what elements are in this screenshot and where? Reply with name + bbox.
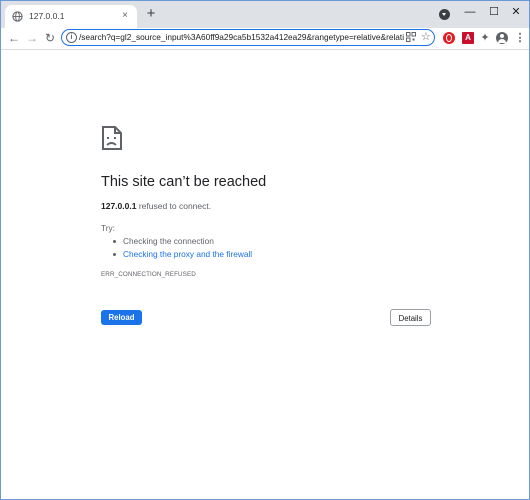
tab-close-icon[interactable]: × (119, 10, 131, 22)
forward-button[interactable]: → (25, 31, 39, 45)
reload-button[interactable]: ↻ (43, 31, 57, 45)
minimize-button[interactable]: — (463, 5, 477, 19)
list-item: Checking the proxy and the firewall (113, 248, 252, 261)
host-text: 127.0.0.1 (101, 201, 137, 211)
suggestion-text: Checking the connection (123, 236, 214, 246)
suggestions-list: Checking the connection Checking the pro… (113, 235, 252, 261)
toolbar: ← → ↻ i /search?q=gl2_source_input%3A60f… (1, 28, 529, 50)
info-icon[interactable]: i (66, 32, 77, 43)
reload-page-button[interactable]: Reload (101, 310, 142, 325)
url-text[interactable]: /search?q=gl2_source_input%3A60ff9a29ca5… (79, 32, 404, 42)
maximize-button[interactable]: ☐ (487, 5, 501, 19)
browser-window: 127.0.0.1 × + — ☐ ✕ ← → ↻ i /search?q=gl… (0, 0, 530, 500)
pdf-icon[interactable]: A (462, 32, 474, 44)
tab-active[interactable]: 127.0.0.1 × (5, 5, 137, 28)
page-title: This site can’t be reached (101, 174, 267, 190)
try-label: Try: (101, 223, 115, 233)
new-tab-button[interactable]: + (144, 6, 158, 21)
opera-icon[interactable] (443, 32, 455, 44)
list-item: Checking the connection (113, 235, 252, 248)
tab-search-icon[interactable] (439, 9, 450, 20)
menu-icon[interactable]: ⋮ (514, 32, 526, 44)
star-icon[interactable]: ☆ (421, 30, 431, 43)
error-description: 127.0.0.1 refused to connect. (101, 201, 211, 211)
details-button[interactable]: Details (390, 309, 431, 326)
description-suffix: refused to connect. (136, 201, 212, 211)
error-page: This site can’t be reached 127.0.0.1 ref… (1, 50, 529, 499)
back-button[interactable]: ← (7, 31, 21, 45)
avatar-icon[interactable] (496, 32, 508, 44)
tab-title: 127.0.0.1 (29, 11, 65, 21)
globe-icon (12, 11, 23, 22)
puzzle-icon[interactable]: ✦ (479, 32, 491, 44)
close-window-button[interactable]: ✕ (509, 5, 523, 19)
sad-page-icon (102, 126, 122, 150)
address-bar[interactable]: i /search?q=gl2_source_input%3A60ff9a29c… (61, 29, 435, 46)
tab-strip: 127.0.0.1 × + — ☐ ✕ (1, 1, 529, 28)
qr-icon[interactable] (406, 32, 416, 42)
proxy-firewall-link[interactable]: Checking the proxy and the firewall (123, 249, 252, 259)
error-code: ERR_CONNECTION_REFUSED (101, 271, 196, 278)
